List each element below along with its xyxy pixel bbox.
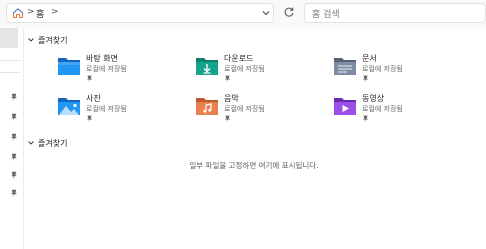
search-placeholder: 홈 검색 [312, 10, 340, 20]
sidebar-divider [0, 72, 20, 73]
videos-folder-icon [334, 98, 356, 115]
section-title: 즐겨찾기 [38, 35, 68, 45]
folder-status: 로컬에 저장됨 [362, 65, 403, 73]
pin-icon [10, 171, 18, 179]
favorites-empty-message: 일부 파일을 고정하면 여기에 표시됩니다. [189, 161, 319, 170]
folder-name: 문서 [362, 54, 377, 63]
pin-icon [10, 113, 18, 121]
folder-status: 로컬에 저장됨 [224, 65, 265, 73]
pin-icon [10, 133, 18, 141]
folder-tile-documents[interactable]: 문서 로컬에 저장됨 [333, 53, 463, 85]
documents-folder-icon [334, 58, 356, 75]
folder-tile-pictures[interactable]: 사진 로컬에 저장됨 [57, 93, 187, 125]
pin-icon [86, 115, 93, 122]
chevron-down-icon[interactable] [261, 8, 271, 18]
quick-access-header[interactable]: 즐겨찾기 [27, 34, 67, 46]
pin-icon [224, 115, 231, 122]
address-bar[interactable]: > 홈 > [6, 3, 274, 23]
downloads-folder-icon [196, 58, 218, 75]
music-folder-icon [196, 98, 218, 115]
pin-icon [10, 189, 18, 197]
folder-name: 다운로드 [224, 54, 254, 63]
search-input[interactable]: 홈 검색 [304, 3, 486, 23]
folder-status: 로컬에 저장됨 [224, 105, 265, 113]
folder-tile-downloads[interactable]: 다운로드 로컬에 저장됨 [195, 53, 325, 85]
section-title: 즐겨찾기 [38, 138, 68, 148]
folder-name: 바탕 화면 [86, 54, 118, 63]
folder-name: 사진 [86, 94, 101, 103]
address-bar-row: > 홈 > 홈 검색 [0, 0, 486, 28]
folder-status: 로컬에 저장됨 [362, 105, 403, 113]
folder-name: 동영상 [362, 94, 385, 103]
pin-icon [10, 93, 18, 101]
pictures-folder-icon [58, 98, 80, 115]
folder-tile-desktop[interactable]: 바탕 화면 로컬에 저장됨 [57, 53, 187, 85]
pin-icon [86, 75, 93, 82]
desktop-folder-icon [58, 58, 80, 75]
chevron-down-icon[interactable] [27, 36, 35, 44]
folder-tile-videos[interactable]: 동영상 로컬에 저장됨 [333, 93, 463, 125]
breadcrumb-separator: > [27, 7, 35, 17]
pin-icon [224, 75, 231, 82]
pin-icon [362, 115, 369, 122]
refresh-icon[interactable] [283, 6, 295, 18]
sidebar-divider [0, 60, 20, 61]
folder-status: 로컬에 저장됨 [86, 105, 127, 113]
pin-icon [362, 75, 369, 82]
folder-tile-music[interactable]: 음악 로컬에 저장됨 [195, 93, 325, 125]
sidebar-item-selected[interactable] [0, 28, 18, 48]
breadcrumb-separator[interactable]: > [51, 7, 59, 17]
breadcrumb-home[interactable]: 홈 [36, 7, 44, 20]
folder-status: 로컬에 저장됨 [86, 65, 127, 73]
favorites-header[interactable]: 즐겨찾기 [27, 137, 67, 149]
home-icon[interactable] [12, 7, 24, 19]
folder-name: 음악 [224, 94, 239, 103]
chevron-down-icon[interactable] [27, 139, 35, 147]
